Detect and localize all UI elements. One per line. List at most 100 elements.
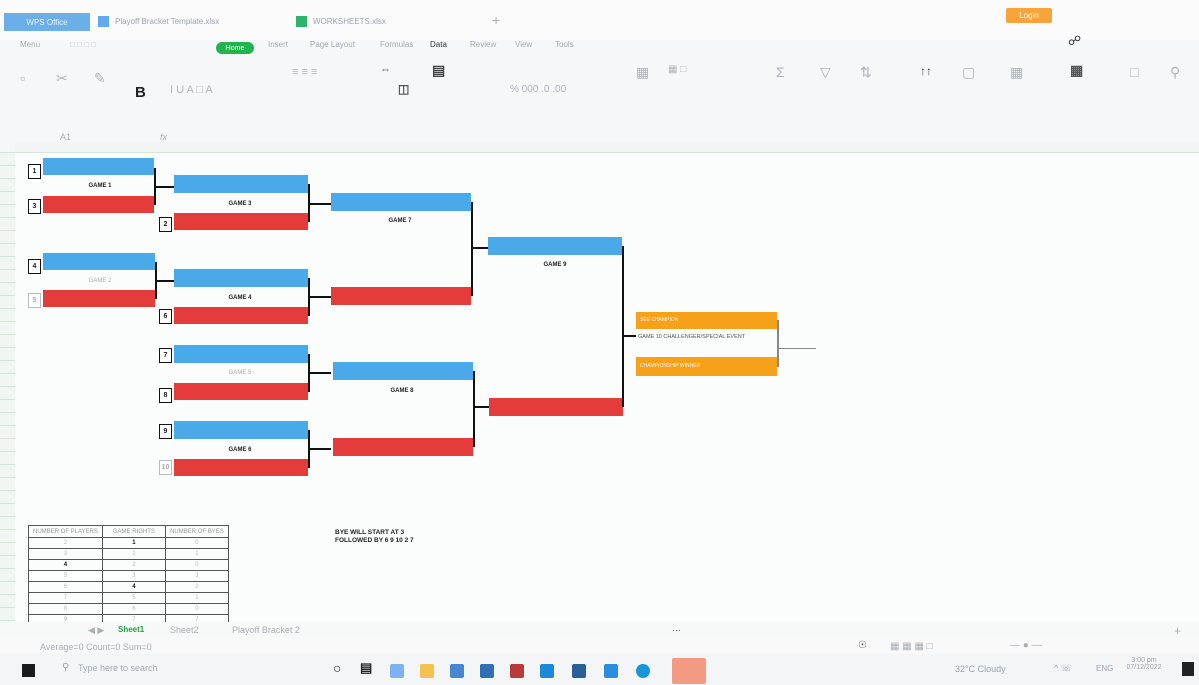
- file-explorer-icon[interactable]: [420, 664, 434, 678]
- player-slot-blue[interactable]: [333, 362, 473, 380]
- table-header[interactable]: NUMBER OF PLAYERS: [28, 525, 103, 538]
- menu-item[interactable]: Formulas: [380, 40, 413, 49]
- zoom-slider[interactable]: — ● —: [1010, 640, 1042, 651]
- search-box[interactable]: Type here to search: [78, 663, 158, 673]
- table-cell[interactable]: 0: [164, 603, 229, 615]
- player-slot-red[interactable]: [174, 307, 308, 324]
- format-icon[interactable]: ▢: [962, 64, 975, 81]
- store-icon[interactable]: [450, 664, 464, 678]
- fill-icon[interactable]: ◫: [398, 82, 409, 96]
- login-button[interactable]: Login: [1006, 8, 1052, 23]
- sort-icon[interactable]: ⇅: [860, 64, 872, 81]
- table-cell[interactable]: 6: [28, 581, 103, 593]
- table-cell[interactable]: 0: [164, 559, 229, 571]
- table-cell[interactable]: 5: [101, 592, 166, 604]
- new-tab-icon[interactable]: +: [492, 12, 500, 28]
- table-cell[interactable]: 3: [164, 570, 229, 582]
- app-icon[interactable]: [604, 664, 618, 678]
- eye-protection-icon[interactable]: ☉: [858, 640, 867, 651]
- table-cell[interactable]: 7: [28, 592, 103, 604]
- table-cell[interactable]: 2: [101, 548, 166, 560]
- app-icon[interactable]: [510, 664, 524, 678]
- language-indicator[interactable]: ENG: [1096, 664, 1113, 673]
- wrap-text-icon[interactable]: ▤: [432, 62, 445, 79]
- cut-icon[interactable]: ✂: [56, 70, 68, 87]
- sheet-tab[interactable]: Playoff Bracket 2: [232, 625, 300, 635]
- sheet-tab[interactable]: Sheet2: [170, 625, 199, 635]
- table-cell[interactable]: 5: [28, 570, 103, 582]
- player-slot-red[interactable]: [331, 287, 471, 305]
- table-cell[interactable]: 1: [164, 548, 229, 560]
- menu-item[interactable]: View: [515, 40, 532, 49]
- player-slot-red[interactable]: [174, 213, 308, 230]
- app-icon[interactable]: [572, 664, 586, 678]
- align-icons[interactable]: ≡ ≡ ≡: [292, 66, 317, 78]
- cortana-icon[interactable]: ○: [333, 660, 341, 676]
- edge-icon[interactable]: [636, 664, 650, 678]
- worksheet-icon[interactable]: ▦: [1070, 62, 1083, 79]
- document-tab-1[interactable]: Playoff Bracket Template.xlsx: [98, 12, 219, 30]
- task-view-icon[interactable]: ▤: [360, 660, 372, 676]
- freeze-icon[interactable]: □: [1130, 64, 1138, 80]
- more-sheets-icon[interactable]: …: [672, 623, 681, 633]
- find-icon[interactable]: ⚲: [1170, 64, 1180, 81]
- conditional-format-icon[interactable]: ▦ □: [668, 64, 686, 75]
- menu-item-active[interactable]: Home: [216, 42, 254, 54]
- document-tab-2[interactable]: WORKSHEETS.xlsx: [296, 12, 386, 30]
- player-slot-blue[interactable]: [174, 345, 308, 363]
- weather-text[interactable]: 32°C Cloudy: [955, 664, 1006, 674]
- quick-access-icons[interactable]: □ □ □ □: [70, 40, 96, 49]
- player-slot-red[interactable]: [489, 398, 623, 416]
- start-icon[interactable]: [22, 664, 35, 677]
- add-sheet-icon[interactable]: +: [1174, 624, 1181, 638]
- clock[interactable]: 3:00 pm 07/12/2022: [1122, 657, 1166, 671]
- mail-icon[interactable]: [540, 664, 554, 678]
- sheet-tab-active[interactable]: Sheet1: [118, 625, 144, 634]
- table-style-icon[interactable]: ▦: [636, 64, 649, 81]
- table-cell[interactable]: 8: [28, 603, 103, 615]
- filter-icon[interactable]: ▽: [820, 64, 831, 81]
- player-slot-red[interactable]: [174, 383, 308, 400]
- notification-icon[interactable]: [1182, 662, 1194, 676]
- menu-item[interactable]: Data: [430, 40, 447, 49]
- final-slot-bottom[interactable]: CHAMPIONSHIP WINNER: [636, 357, 777, 376]
- tray-icons[interactable]: ^ ☏: [1054, 663, 1072, 674]
- view-mode-icons[interactable]: ▦ ▦ ▦ □: [890, 641, 933, 652]
- player-slot-red[interactable]: [43, 196, 154, 213]
- table-cell[interactable]: 2: [164, 581, 229, 593]
- player-slot-blue[interactable]: [488, 237, 622, 255]
- app-icon[interactable]: [480, 664, 494, 678]
- search-icon[interactable]: ⚲: [62, 662, 69, 673]
- player-slot-blue[interactable]: [174, 175, 308, 193]
- app-icon[interactable]: [390, 664, 404, 678]
- player-slot-blue[interactable]: [43, 253, 155, 270]
- rows-columns-icon[interactable]: ▦: [1010, 64, 1023, 81]
- sheet-nav-icon[interactable]: ◀ ▶: [88, 625, 104, 636]
- row-header[interactable]: [0, 152, 15, 622]
- wps-app-icon[interactable]: [672, 658, 706, 684]
- table-cell[interactable]: 4: [28, 559, 103, 571]
- player-slot-red[interactable]: [174, 459, 308, 476]
- table-cell[interactable]: 3: [101, 570, 166, 582]
- table-cell[interactable]: 6: [101, 603, 166, 615]
- table-cell[interactable]: 3: [28, 548, 103, 560]
- player-slot-blue[interactable]: [43, 158, 154, 175]
- player-slot-blue[interactable]: [174, 421, 308, 439]
- bold-button[interactable]: B: [135, 84, 146, 101]
- table-cell[interactable]: 4: [101, 581, 166, 593]
- menu-item[interactable]: Review: [470, 40, 496, 49]
- table-cell[interactable]: 1: [164, 592, 229, 604]
- table-header[interactable]: GAME RIGHTS: [101, 525, 166, 538]
- table-cell[interactable]: 2: [28, 537, 103, 549]
- fx-icon[interactable]: fx: [160, 132, 167, 142]
- table-cell[interactable]: 2: [101, 559, 166, 571]
- home-tab[interactable]: WPS Office: [4, 13, 90, 31]
- menu-item[interactable]: Page Layout: [310, 40, 355, 49]
- table-cell[interactable]: 0: [164, 537, 229, 549]
- sum-icon[interactable]: Σ: [776, 64, 785, 80]
- italic-underline-icons[interactable]: I U A □ A: [170, 84, 213, 96]
- player-slot-red[interactable]: [43, 290, 155, 307]
- merge-center-icon[interactable]: ⇔: [380, 64, 391, 76]
- menu-item[interactable]: Menu: [20, 40, 40, 49]
- fill-down-icon[interactable]: ↑↑: [920, 64, 932, 78]
